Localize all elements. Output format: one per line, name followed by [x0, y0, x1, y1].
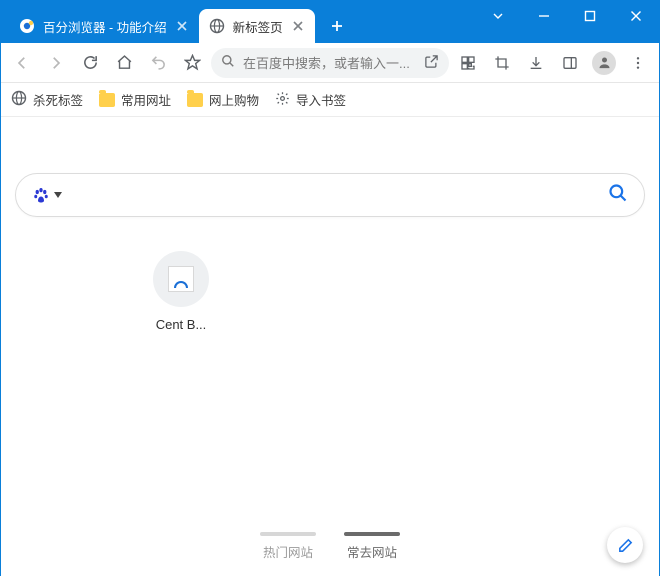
bookmark-button[interactable]	[177, 48, 207, 78]
toolbar: 在百度中搜索，或者输入一...	[1, 43, 659, 83]
shortcuts-grid: Cent B...	[131, 251, 231, 332]
new-tab-content: Cent B... 热门网站 常去网站	[1, 117, 659, 577]
reload-button[interactable]	[75, 48, 105, 78]
tab-strip: 百分浏览器 - 功能介绍 新标签页	[1, 1, 475, 43]
tab-active[interactable]: 新标签页	[199, 9, 315, 43]
ntp-bottom-tabs: 热门网站 常去网站	[1, 532, 659, 561]
bookmark-label: 杀死标签	[33, 90, 83, 109]
new-tab-button[interactable]	[323, 12, 351, 40]
title-bar: 百分浏览器 - 功能介绍 新标签页	[1, 1, 659, 43]
customize-button[interactable]	[607, 527, 643, 563]
tab-close-icon[interactable]	[291, 19, 305, 33]
folder-icon	[99, 93, 115, 107]
menu-button[interactable]	[623, 48, 653, 78]
tab-indicator	[344, 532, 400, 536]
search-engine-selector[interactable]	[32, 186, 62, 204]
window-close-button[interactable]	[613, 1, 659, 31]
bottom-tab-frequent[interactable]: 常去网站	[344, 532, 400, 561]
import-bookmarks-button[interactable]: 导入书签	[275, 90, 346, 109]
bookmark-label: 网上购物	[209, 90, 259, 109]
gear-icon	[275, 91, 290, 109]
address-bar-placeholder: 在百度中搜索，或者输入一...	[243, 53, 416, 72]
tab-favicon-icon	[209, 18, 225, 34]
share-icon[interactable]	[424, 54, 439, 72]
shortcut-tile[interactable]: Cent B...	[131, 251, 231, 332]
search-submit-icon[interactable]	[608, 183, 628, 208]
window-dropdown-button[interactable]	[475, 1, 521, 31]
tab-indicator	[260, 532, 316, 536]
address-bar[interactable]: 在百度中搜索，或者输入一...	[211, 48, 449, 78]
tab-inactive[interactable]: 百分浏览器 - 功能介绍	[9, 9, 199, 43]
bookmark-label: 常用网址	[121, 90, 171, 109]
window-controls	[475, 1, 659, 43]
window-minimize-button[interactable]	[521, 1, 567, 31]
bottom-tab-label: 热门网站	[263, 542, 313, 561]
ntp-search-box[interactable]	[15, 173, 645, 217]
baidu-paw-icon	[32, 186, 50, 204]
bookmark-folder[interactable]: 网上购物	[187, 90, 259, 109]
forward-button[interactable]	[41, 48, 71, 78]
bottom-tab-popular[interactable]: 热门网站	[260, 532, 316, 561]
tab-title: 百分浏览器 - 功能介绍	[43, 17, 167, 36]
downloads-button[interactable]	[521, 48, 551, 78]
shortcut-label: Cent B...	[156, 317, 207, 332]
profile-button[interactable]	[589, 48, 619, 78]
pencil-icon	[617, 537, 634, 554]
crop-button[interactable]	[487, 48, 517, 78]
bookmarks-bar: 杀死标签 常用网址 网上购物 导入书签	[1, 83, 659, 117]
tab-favicon-icon	[19, 18, 35, 34]
undo-close-button[interactable]	[143, 48, 173, 78]
avatar-icon	[592, 51, 616, 75]
tab-close-icon[interactable]	[175, 19, 189, 33]
folder-icon	[187, 93, 203, 107]
home-button[interactable]	[109, 48, 139, 78]
globe-icon	[11, 90, 27, 109]
bookmark-folder[interactable]: 常用网址	[99, 90, 171, 109]
window-maximize-button[interactable]	[567, 1, 613, 31]
bookmark-item[interactable]: 杀死标签	[11, 90, 83, 109]
tab-title: 新标签页	[233, 17, 283, 36]
shortcut-icon	[153, 251, 209, 307]
bottom-tab-label: 常去网站	[347, 542, 397, 561]
shortcut-thumbnail-icon	[168, 266, 194, 292]
sidepanel-button[interactable]	[555, 48, 585, 78]
chevron-down-icon	[54, 192, 62, 198]
search-icon	[221, 54, 235, 71]
qr-button[interactable]	[453, 48, 483, 78]
bookmark-label: 导入书签	[296, 90, 346, 109]
back-button[interactable]	[7, 48, 37, 78]
